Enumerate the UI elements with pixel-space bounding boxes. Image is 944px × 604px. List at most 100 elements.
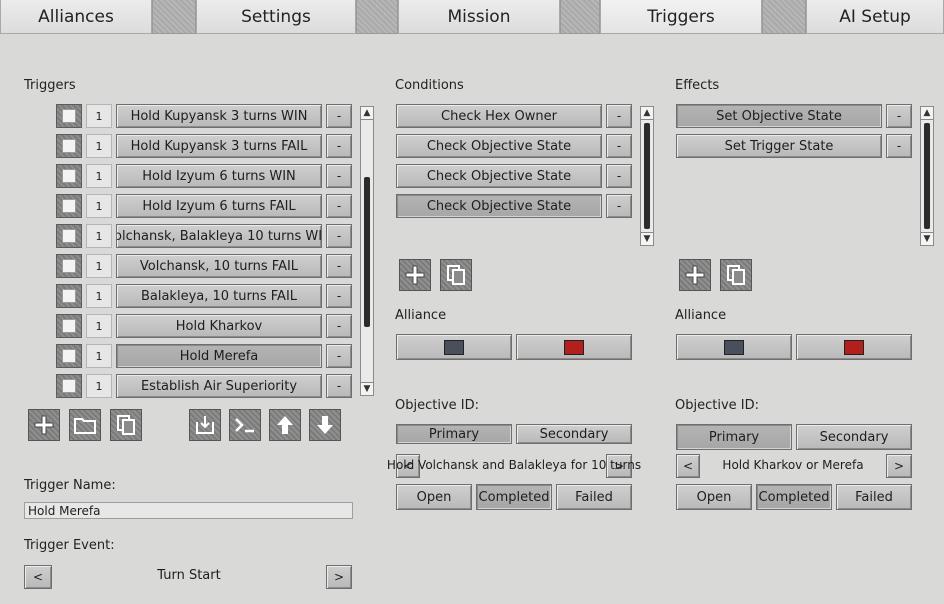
trigger-repeat-count[interactable]: 1 xyxy=(86,194,112,218)
trigger-repeat-count[interactable]: 1 xyxy=(86,164,112,188)
tab-alliances[interactable]: Alliances xyxy=(0,0,152,34)
condition-remove-button[interactable]: - xyxy=(606,134,632,158)
scroll-down-icon[interactable]: ▼ xyxy=(641,232,653,245)
effect-state-failed-button[interactable]: Failed xyxy=(836,484,912,510)
trigger-row-button[interactable]: Hold Izyum 6 turns FAIL xyxy=(116,194,322,218)
trigger-enable-checkbox[interactable] xyxy=(56,104,82,128)
trigger-repeat-count[interactable]: 1 xyxy=(86,374,112,398)
folder-button[interactable] xyxy=(69,409,101,441)
scroll-down-icon[interactable]: ▼ xyxy=(921,232,933,245)
condition-row-button[interactable]: Check Hex Owner xyxy=(396,104,602,128)
copy-condition-button[interactable] xyxy=(440,259,472,291)
condition-remove-button[interactable]: - xyxy=(606,194,632,218)
trigger-remove-button[interactable]: - xyxy=(326,254,352,278)
effect-remove-button[interactable]: - xyxy=(886,104,912,128)
move-down-button[interactable] xyxy=(309,409,341,441)
effect-state-open-button[interactable]: Open xyxy=(676,484,752,510)
trigger-enable-checkbox[interactable] xyxy=(56,134,82,158)
trigger-row-button[interactable]: Volchansk, 10 turns FAIL xyxy=(116,254,322,278)
add-effect-button[interactable] xyxy=(679,259,711,291)
trigger-remove-button[interactable]: - xyxy=(326,374,352,398)
trigger-row-button[interactable]: Balakleya, 10 turns FAIL xyxy=(116,284,322,308)
condition-remove-button[interactable]: - xyxy=(606,164,632,188)
trigger-remove-button[interactable]: - xyxy=(326,134,352,158)
scroll-up-icon[interactable]: ▲ xyxy=(361,107,373,120)
trigger-name-input[interactable]: Hold Merefa xyxy=(24,502,353,519)
condition-primary-button[interactable]: Primary xyxy=(396,424,512,444)
effect-secondary-button[interactable]: Secondary xyxy=(796,424,912,450)
trigger-row-button[interactable]: Volchansk, Balakleya 10 turns WIN xyxy=(116,224,322,248)
trigger-remove-button[interactable]: - xyxy=(326,164,352,188)
trigger-row-button[interactable]: Hold Izyum 6 turns WIN xyxy=(116,164,322,188)
move-up-button[interactable] xyxy=(269,409,301,441)
condition-alliance-blue-button[interactable] xyxy=(396,334,512,360)
trigger-remove-button[interactable]: - xyxy=(326,344,352,368)
condition-secondary-button[interactable]: Secondary xyxy=(516,424,632,444)
trigger-repeat-count[interactable]: 1 xyxy=(86,284,112,308)
trigger-remove-button[interactable]: - xyxy=(326,194,352,218)
scroll-down-icon[interactable]: ▼ xyxy=(361,382,373,395)
tab-settings[interactable]: Settings xyxy=(196,0,356,34)
copy-effect-button[interactable] xyxy=(720,259,752,291)
effect-objective-next-button[interactable]: > xyxy=(886,454,912,478)
trigger-enable-checkbox[interactable] xyxy=(56,314,82,338)
scroll-up-icon[interactable]: ▲ xyxy=(641,107,653,120)
trigger-enable-checkbox[interactable] xyxy=(56,224,82,248)
copy-trigger-button[interactable] xyxy=(110,409,142,441)
trigger-enable-checkbox[interactable] xyxy=(56,254,82,278)
condition-state-completed-button[interactable]: Completed xyxy=(476,484,552,510)
trigger-enable-checkbox[interactable] xyxy=(56,194,82,218)
condition-row-button[interactable]: Check Objective State xyxy=(396,194,602,218)
tab-ai-setup[interactable]: AI Setup xyxy=(806,0,944,34)
trigger-row-button[interactable]: Hold Kharkov xyxy=(116,314,322,338)
trigger-enable-checkbox[interactable] xyxy=(56,374,82,398)
trigger-repeat-count[interactable]: 1 xyxy=(86,344,112,368)
trigger-event-next-button[interactable]: > xyxy=(326,565,352,589)
effect-list-scrollbar[interactable]: ▲ ▼ xyxy=(920,106,934,246)
scroll-thumb[interactable] xyxy=(364,177,370,327)
scroll-thumb[interactable] xyxy=(644,123,650,229)
console-button[interactable] xyxy=(229,409,261,441)
checkbox-box xyxy=(62,109,76,123)
condition-row-button[interactable]: Check Objective State xyxy=(396,164,602,188)
scroll-up-icon[interactable]: ▲ xyxy=(921,107,933,120)
effect-row-button[interactable]: Set Objective State xyxy=(676,104,882,128)
effect-alliance-blue-button[interactable] xyxy=(676,334,792,360)
condition-state-failed-button[interactable]: Failed xyxy=(556,484,632,510)
trigger-list-scrollbar[interactable]: ▲ ▼ xyxy=(360,106,374,396)
trigger-repeat-count[interactable]: 1 xyxy=(86,104,112,128)
trigger-event-prev-button[interactable]: < xyxy=(24,565,52,589)
trigger-row-button[interactable]: Hold Kupyansk 3 turns FAIL xyxy=(116,134,322,158)
import-trigger-button[interactable] xyxy=(189,409,221,441)
condition-remove-button[interactable]: - xyxy=(606,104,632,128)
trigger-repeat-count[interactable]: 1 xyxy=(86,314,112,338)
trigger-remove-button[interactable]: - xyxy=(326,224,352,248)
effect-state-completed-button[interactable]: Completed xyxy=(756,484,832,510)
effect-row-button[interactable]: Set Trigger State xyxy=(676,134,882,158)
effect-alliance-red-button[interactable] xyxy=(796,334,912,360)
condition-state-open-button[interactable]: Open xyxy=(396,484,472,510)
trigger-remove-button[interactable]: - xyxy=(326,314,352,338)
trigger-remove-button[interactable]: - xyxy=(326,104,352,128)
condition-row-button[interactable]: Check Objective State xyxy=(396,134,602,158)
trigger-enable-checkbox[interactable] xyxy=(56,164,82,188)
trigger-repeat-count[interactable]: 1 xyxy=(86,254,112,278)
effect-remove-button[interactable]: - xyxy=(886,134,912,158)
tab-triggers[interactable]: Triggers xyxy=(600,0,762,34)
trigger-repeat-count[interactable]: 1 xyxy=(86,224,112,248)
tab-mission[interactable]: Mission xyxy=(398,0,560,34)
condition-alliance-red-button[interactable] xyxy=(516,334,632,360)
condition-list-scrollbar[interactable]: ▲ ▼ xyxy=(640,106,654,246)
add-condition-button[interactable] xyxy=(399,259,431,291)
effect-primary-button[interactable]: Primary xyxy=(676,424,792,450)
trigger-row-button[interactable]: Hold Kupyansk 3 turns WIN xyxy=(116,104,322,128)
scroll-thumb[interactable] xyxy=(924,123,930,229)
trigger-enable-checkbox[interactable] xyxy=(56,344,82,368)
effect-objective-prev-button[interactable]: < xyxy=(676,454,700,478)
trigger-row-button[interactable]: Establish Air Superiority xyxy=(116,374,322,398)
add-trigger-button[interactable] xyxy=(28,409,60,441)
trigger-row-button[interactable]: Hold Merefa xyxy=(116,344,322,368)
trigger-enable-checkbox[interactable] xyxy=(56,284,82,308)
trigger-remove-button[interactable]: - xyxy=(326,284,352,308)
trigger-repeat-count[interactable]: 1 xyxy=(86,134,112,158)
